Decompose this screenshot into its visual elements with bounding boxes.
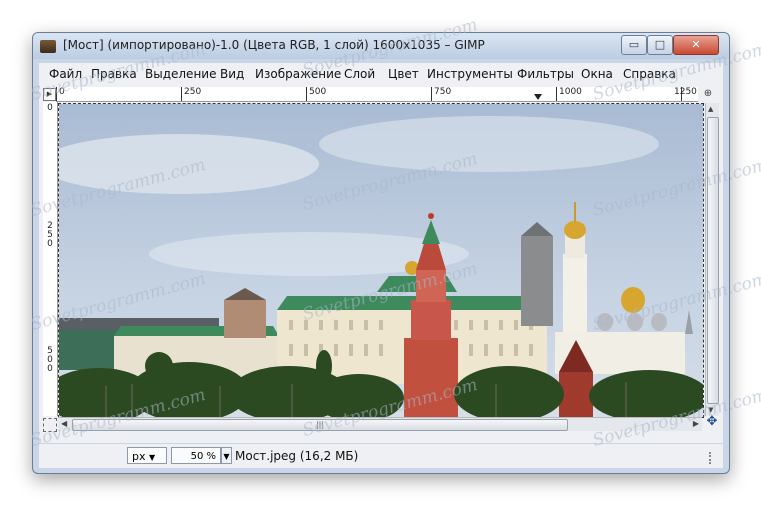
vertical-scrollbar[interactable]: ▲ ▼: [705, 103, 719, 416]
file-info: Мост.jpeg (16,2 МБ): [235, 449, 359, 463]
vertical-scroll-thumb[interactable]: [707, 117, 719, 404]
scroll-up-icon[interactable]: ▲: [708, 105, 713, 113]
ruler-tick: [56, 87, 57, 101]
zoom-input[interactable]: 50 %: [171, 447, 221, 464]
scroll-right-icon[interactable]: ▶: [693, 419, 699, 428]
menu-file[interactable]: Файл: [49, 67, 82, 81]
navigate-play-icon[interactable]: ▶: [43, 88, 56, 101]
menu-image[interactable]: Изображение: [255, 67, 341, 81]
maximize-button[interactable]: □: [647, 35, 673, 55]
kremlin-photo: [59, 104, 703, 417]
vruler-label-500: 500: [47, 346, 53, 374]
vruler-label-0: 0: [47, 103, 53, 113]
gimp-window: [Мост] (импортировано)-1.0 (Цвета RGB, 1…: [32, 32, 730, 474]
resize-grip[interactable]: [709, 452, 721, 464]
ruler-label-1250: 1250: [674, 87, 697, 97]
vertical-ruler[interactable]: 0 250 500: [43, 102, 58, 416]
menu-bar: Файл Правка Выделение Вид Изображение Сл…: [39, 63, 723, 85]
menu-view[interactable]: Вид: [220, 67, 244, 81]
menu-filters[interactable]: Фильтры: [517, 67, 574, 81]
close-button[interactable]: ✕: [673, 35, 719, 55]
ruler-label-500: 500: [309, 87, 327, 97]
window-title: [Мост] (импортировано)-1.0 (Цвета RGB, 1…: [63, 38, 485, 52]
menu-windows[interactable]: Окна: [581, 67, 613, 81]
image-canvas[interactable]: [58, 103, 704, 418]
horizontal-scrollbar[interactable]: ◀ ||| ▶: [58, 417, 702, 431]
ruler-label-0: 0: [59, 87, 65, 97]
menu-colors[interactable]: Цвет: [388, 67, 419, 81]
ruler-tick: [431, 87, 432, 101]
ruler-tick: [306, 87, 307, 101]
ruler-tick: [556, 87, 557, 101]
menu-edit[interactable]: Правка: [91, 67, 137, 81]
chevron-down-icon[interactable]: ▼: [221, 447, 232, 464]
menu-layer[interactable]: Слой: [344, 67, 375, 81]
menu-tools[interactable]: Инструменты: [427, 67, 513, 81]
title-bar[interactable]: [Мост] (импортировано)-1.0 (Цвета RGB, 1…: [33, 33, 729, 59]
menu-select[interactable]: Выделение: [145, 67, 216, 81]
quick-mask-toggle-icon[interactable]: [43, 418, 57, 432]
canvas-area: ▶ 0 250 500 750 1000 1250 ⊕ 0 250 500 ▲ …: [39, 85, 723, 443]
menu-help[interactable]: Справка: [623, 67, 676, 81]
horizontal-scroll-thumb[interactable]: |||: [72, 419, 568, 431]
ruler-label-750: 750: [434, 87, 452, 97]
vruler-label-250: 250: [47, 221, 53, 249]
scroll-down-icon[interactable]: ▼: [708, 406, 713, 414]
zoom-to-fit-icon[interactable]: ⊕: [701, 87, 715, 101]
unit-value: px: [132, 450, 146, 463]
minimize-button[interactable]: ▭: [621, 35, 647, 55]
scroll-left-icon[interactable]: ◀: [61, 419, 67, 428]
unit-dropdown[interactable]: px ▼: [127, 447, 167, 464]
ruler-label-250: 250: [184, 87, 202, 97]
ruler-tick: [181, 87, 182, 101]
chevron-down-icon: ▼: [149, 453, 156, 462]
status-bar: px ▼ 50 % ▼ Мост.jpeg (16,2 МБ): [39, 444, 723, 468]
navigate-cross-icon[interactable]: ✥: [705, 415, 719, 429]
ruler-pointer-marker: [534, 94, 542, 100]
horizontal-ruler[interactable]: 0 250 500 750 1000 1250: [56, 87, 698, 102]
ruler-label-1000: 1000: [559, 87, 582, 97]
gimp-app-icon[interactable]: [40, 40, 56, 53]
